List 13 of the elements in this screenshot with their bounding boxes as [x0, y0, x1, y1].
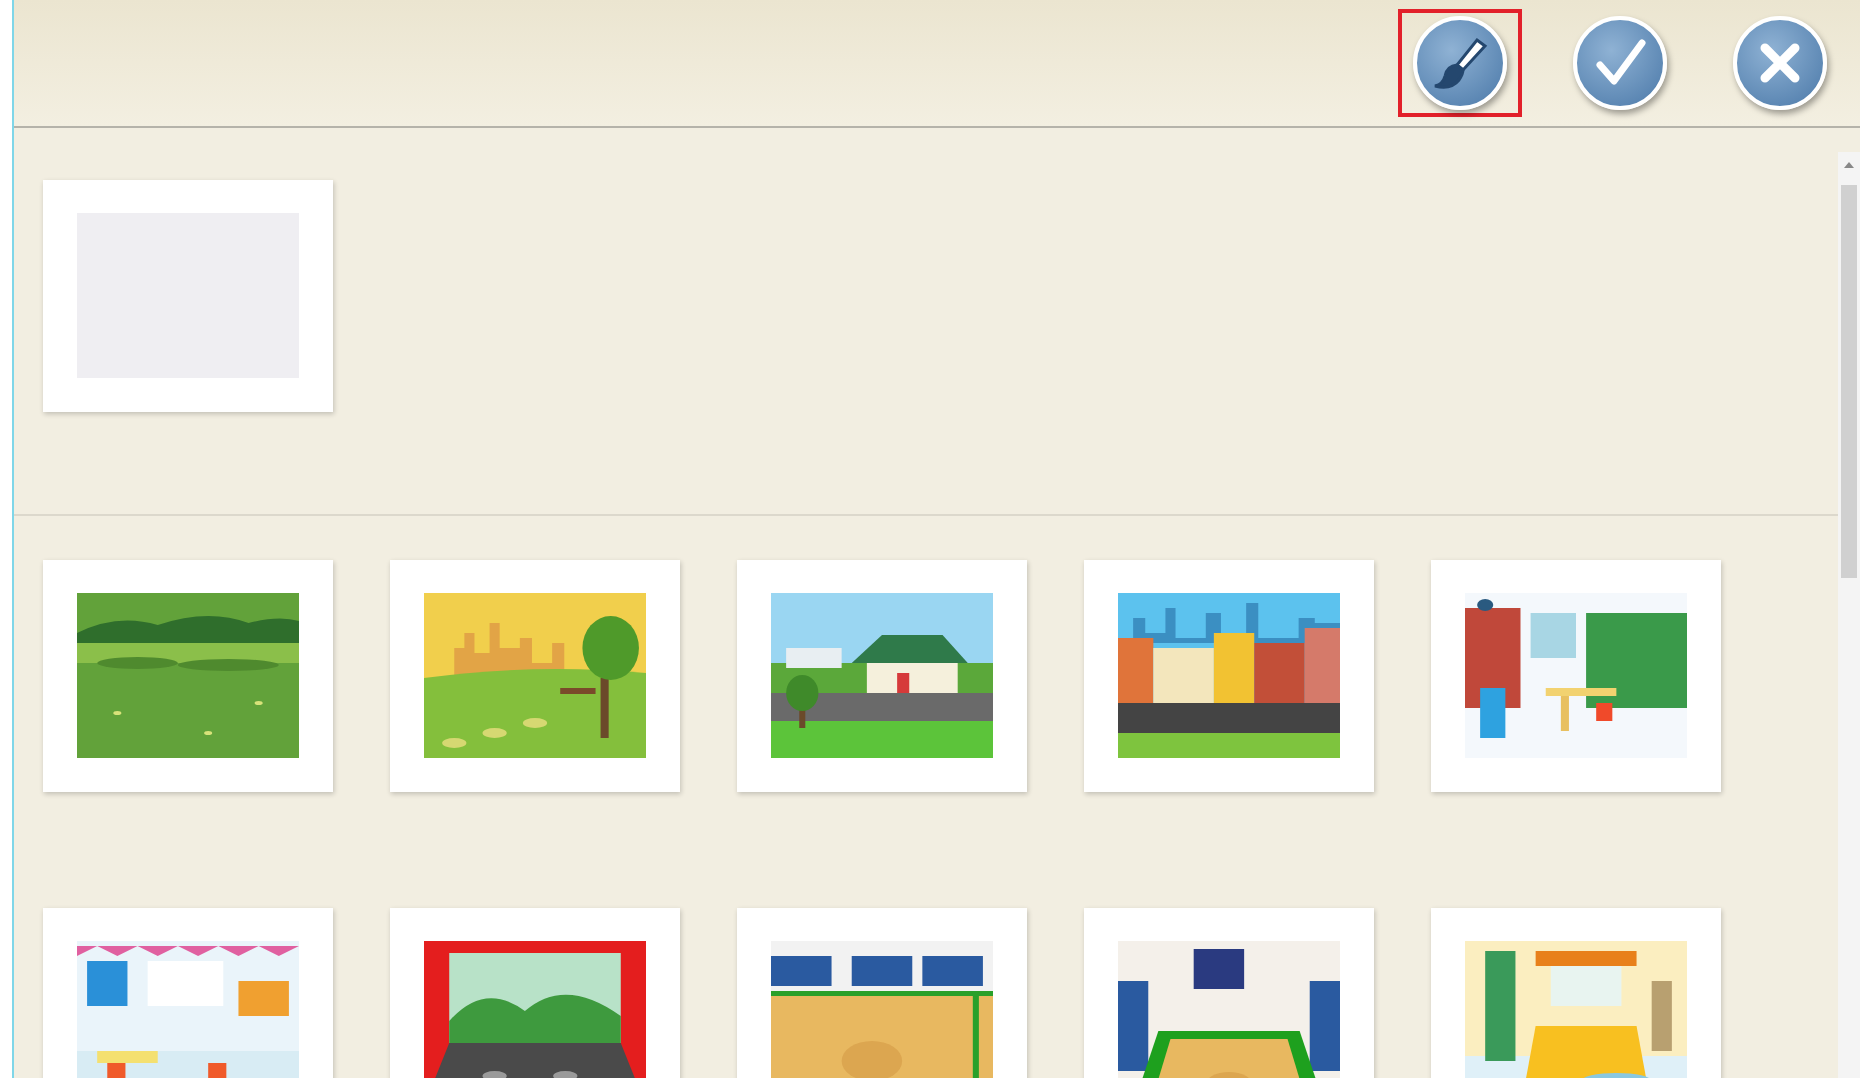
- scrollbar[interactable]: [1838, 152, 1860, 1078]
- close-button[interactable]: [1733, 16, 1827, 110]
- paint-button[interactable]: [1413, 16, 1507, 110]
- background-card[interactable]: [1431, 560, 1721, 792]
- background-card[interactable]: [1084, 560, 1374, 792]
- scrollbar-thumb[interactable]: [1841, 185, 1857, 578]
- confirm-button[interactable]: [1573, 16, 1667, 110]
- background-card[interactable]: [1084, 908, 1374, 1078]
- background-card[interactable]: [43, 560, 333, 792]
- background-card[interactable]: [737, 908, 1027, 1078]
- background-card[interactable]: [390, 908, 680, 1078]
- scroll-up-icon[interactable]: [1844, 162, 1854, 168]
- background-card[interactable]: [737, 560, 1027, 792]
